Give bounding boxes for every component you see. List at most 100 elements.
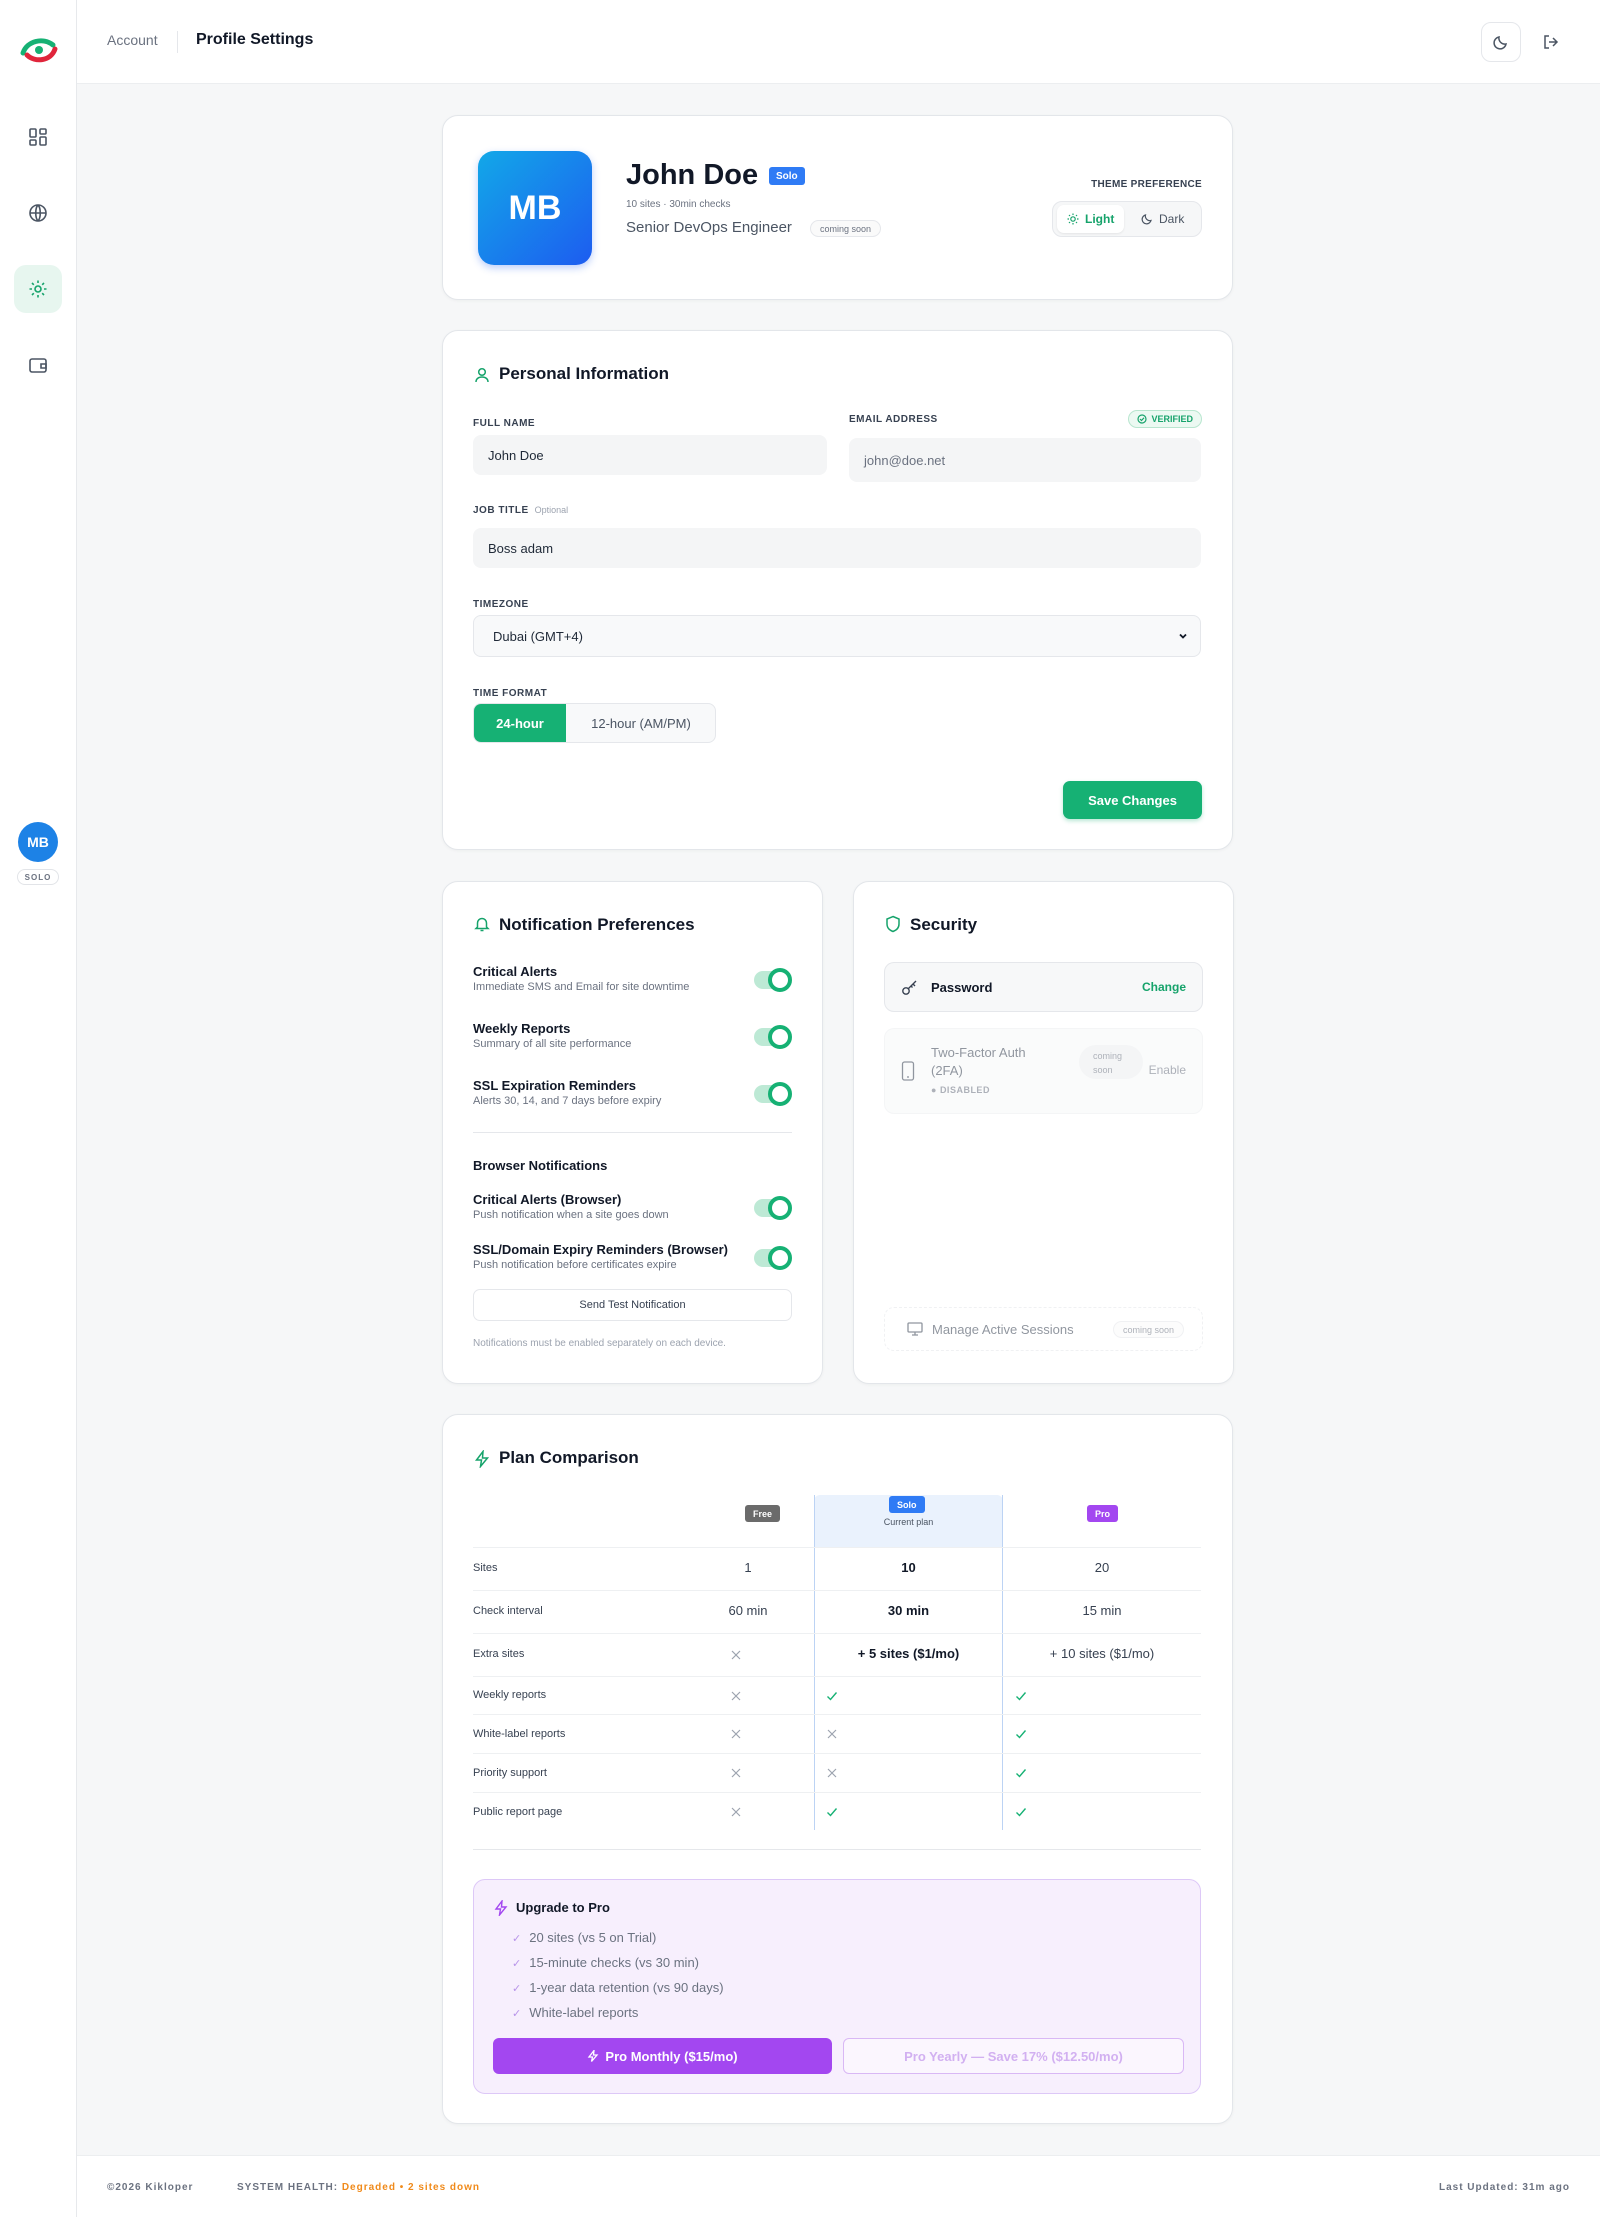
nav-sites[interactable] [14, 189, 62, 237]
job-title-input[interactable]: Boss adam [473, 528, 1201, 568]
check-icon: ✓ [512, 1983, 522, 1995]
upgrade-feature: ✓ 20 sites (vs 5 on Trial) [512, 1930, 656, 1945]
sidebar: MB SOLO [0, 0, 77, 2217]
logout-button[interactable] [1531, 22, 1571, 62]
coming-soon-badge: coming soon [1113, 1321, 1185, 1338]
check-icon [827, 1808, 838, 1817]
sidebar-avatar[interactable]: MB [18, 822, 58, 862]
pro-yearly-button[interactable]: Pro Yearly — Save 17% ($12.50/mo) [843, 2038, 1184, 2074]
row-label-sites: Sites [473, 1562, 498, 1574]
profile-card: MB John Doe Solo 10 sites · 30min checks… [442, 115, 1233, 300]
browser-ssl-desc: Push notification before certificates ex… [473, 1259, 677, 1271]
format-24-option[interactable]: 24-hour [474, 704, 566, 742]
upgrade-to-pro-box: Upgrade to Pro ✓ 20 sites (vs 5 on Trial)… [473, 1879, 1201, 2094]
row-label-weekly-reports: Weekly reports [473, 1689, 547, 1701]
pro-monthly-label: Pro Monthly ($15/mo) [605, 2048, 738, 2064]
manage-sessions-row: Manage Active Sessions coming soon [884, 1307, 1203, 1351]
coming-soon-line1: coming [1093, 1051, 1123, 1061]
browser-critical-toggle[interactable] [754, 1196, 792, 1220]
sun-icon [1067, 213, 1079, 225]
row-label-public-report: Public report page [473, 1806, 563, 1818]
top-header: Account Profile Settings [77, 0, 1600, 84]
lightning-icon [494, 1900, 508, 1916]
critical-alerts-desc: Immediate SMS and Email for site downtim… [473, 981, 690, 993]
cell-free-sites: 1 [744, 1560, 752, 1575]
timezone-label: TIMEZONE [473, 599, 529, 610]
footer: ©2026 Kikloper SYSTEM HEALTH: Degraded •… [77, 2155, 1600, 2217]
theme-light-label: Light [1085, 212, 1115, 226]
current-plan-label: Current plan [883, 1517, 934, 1527]
coming-soon-badge: coming soon [810, 220, 882, 237]
divider [473, 1132, 792, 1133]
upgrade-title: Upgrade to Pro [516, 1900, 610, 1915]
personal-information-title: Personal Information [499, 364, 670, 383]
dark-mode-button[interactable] [1481, 22, 1521, 62]
send-test-notification-button[interactable]: Send Test Notification [473, 1289, 792, 1321]
table-row-divider [473, 1753, 1201, 1754]
phone-icon [901, 1061, 915, 1081]
user-icon [475, 367, 489, 383]
weekly-reports-desc: Summary of all site performance [473, 1038, 632, 1050]
manage-sessions-label[interactable]: Manage Active Sessions [932, 1322, 1074, 1337]
weekly-reports-toggle[interactable] [754, 1025, 792, 1049]
row-label-priority-support: Priority support [473, 1767, 547, 1779]
change-password-link[interactable]: Change [1142, 980, 1186, 994]
plan-comparison-card: Plan Comparison Free Solo Current plan P… [442, 1414, 1233, 2124]
moon-icon [1493, 36, 1507, 50]
row-label-white-label: White-label reports [473, 1728, 566, 1740]
format-12-option[interactable]: 12-hour (AM/PM) [566, 704, 715, 742]
profile-avatar[interactable]: MB [478, 151, 592, 265]
theme-preference-label: THEME PREFERENCE [1091, 179, 1202, 190]
notification-preferences-title: Notification Preferences [499, 915, 695, 934]
profile-job-title: Senior DevOps Engineer [626, 219, 792, 236]
logo-icon[interactable] [19, 33, 59, 67]
nav-billing[interactable] [14, 341, 62, 389]
time-format-toggle: 24-hour 12-hour (AM/PM) [473, 703, 716, 743]
upgrade-feature-text: 20 sites (vs 5 on Trial) [529, 1930, 657, 1945]
theme-dark-option[interactable]: Dark [1131, 205, 1194, 233]
lightning-icon [588, 2050, 599, 2062]
sites-down-count[interactable]: 2 sites down [408, 2182, 480, 2193]
coming-soon-line2: soon [1093, 1065, 1113, 1075]
monitor-icon [907, 1322, 923, 1336]
browser-ssl-title: SSL/Domain Expiry Reminders (Browser) [473, 1242, 729, 1257]
save-changes-button[interactable]: Save Changes [1063, 781, 1202, 819]
notification-preferences-card: Notification Preferences Critical Alerts… [442, 881, 823, 1384]
cell-pro-interval: 15 min [1082, 1603, 1122, 1618]
nav-dashboard[interactable] [14, 113, 62, 161]
cross-icon [731, 1768, 741, 1778]
theme-dark-label: Dark [1159, 212, 1185, 226]
breadcrumb-parent[interactable]: Account [107, 32, 158, 48]
nav-settings[interactable] [14, 265, 62, 313]
cell-free-interval: 60 min [728, 1603, 768, 1618]
system-health-status[interactable]: Degraded [342, 2182, 396, 2193]
bell-icon [474, 917, 490, 932]
footer-copyright: ©2026 Kikloper [107, 2182, 194, 2193]
timezone-select[interactable]: Dubai (GMT+4) [473, 615, 1201, 657]
upgrade-feature: ✓ White-label reports [512, 2005, 638, 2020]
upgrade-feature: ✓ 15-minute checks (vs 30 min) [512, 1955, 699, 1970]
full-name-input[interactable]: John Doe [473, 435, 827, 475]
upgrade-feature-text: 15-minute checks (vs 30 min) [529, 1955, 699, 1970]
check-icon [827, 1692, 838, 1701]
upgrade-feature-text: 1-year data retention (vs 90 days) [529, 1980, 724, 1995]
notifications-footnote: Notifications must be enabled separately… [473, 1338, 726, 1349]
table-row-divider [473, 1676, 1201, 1677]
critical-alerts-toggle[interactable] [754, 968, 792, 992]
cross-icon [731, 1691, 741, 1701]
full-name-label: FULL NAME [473, 418, 536, 429]
email-input[interactable]: john@doe.net [849, 438, 1201, 482]
plan-badge: Solo [769, 167, 805, 185]
pro-monthly-button[interactable]: Pro Monthly ($15/mo) [493, 2038, 832, 2074]
gear-icon [29, 280, 47, 298]
enable-2fa-button[interactable]: Enable [1149, 1063, 1186, 1077]
table-row-divider [473, 1590, 1201, 1591]
system-health: SYSTEM HEALTH: Degraded • 2 sites down [237, 2182, 481, 2193]
job-title-label-text: JOB TITLE [473, 505, 529, 516]
key-icon [902, 980, 917, 995]
ssl-reminders-toggle[interactable] [754, 1082, 792, 1106]
browser-ssl-toggle[interactable] [754, 1246, 792, 1270]
theme-light-option[interactable]: Light [1057, 205, 1125, 233]
two-factor-label-line2: (2FA) [931, 1063, 963, 1078]
cross-icon [731, 1729, 741, 1739]
